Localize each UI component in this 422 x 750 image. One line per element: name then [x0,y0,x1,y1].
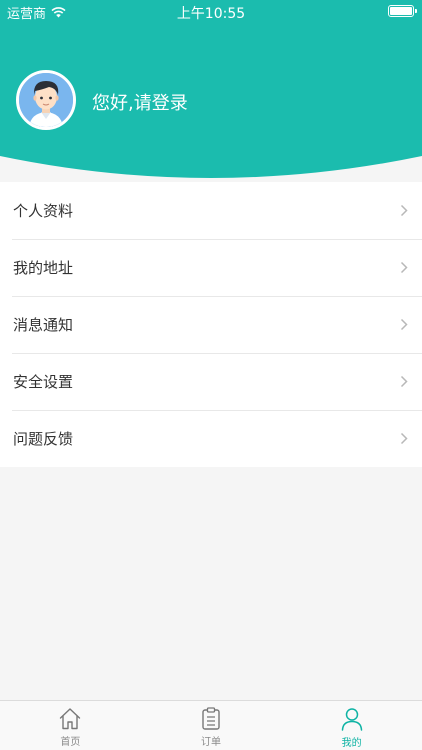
status-bar: 运营商 上午10:55 [0,0,422,22]
home-icon [60,708,81,730]
settings-menu: 个人资料 我的地址 消息通知 安全设置 问题反馈 [0,182,422,467]
menu-item-label: 消息通知 [13,316,74,334]
tab-profile[interactable]: 我的 [281,701,422,750]
menu-item-label: 个人资料 [13,202,74,220]
tab-label: 订单 [201,737,221,748]
tab-label: 首页 [60,737,81,748]
menu-item-label: 我的地址 [13,259,74,277]
clipboard-icon [202,707,220,730]
chevron-right-icon [400,261,408,274]
chevron-right-icon [400,318,408,331]
chevron-right-icon [400,375,408,388]
login-prompt[interactable]: 您好,请登录 [92,89,188,115]
status-time: 上午10:55 [176,6,246,22]
tab-orders[interactable]: 订单 [141,701,282,750]
user-avatar-image [19,73,73,127]
battery-icon [388,5,417,17]
bottom-tab-bar: 首页 订单 我的 [0,700,422,750]
avatar[interactable] [16,70,76,130]
profile-header: 运营商 上午10:55 您好,请登录 [0,0,422,182]
chevron-right-icon [400,204,408,217]
tab-label: 我的 [341,738,362,749]
menu-item-notifications[interactable]: 消息通知 [0,296,422,353]
user-icon [341,708,362,731]
menu-item-label: 问题反馈 [13,430,74,448]
menu-item-label: 安全设置 [13,373,74,391]
tab-home[interactable]: 首页 [0,701,141,750]
menu-item-feedback[interactable]: 问题反馈 [0,410,422,467]
menu-item-profile[interactable]: 个人资料 [0,182,422,239]
chevron-right-icon [400,432,408,445]
menu-item-address[interactable]: 我的地址 [0,239,422,296]
menu-item-security[interactable]: 安全设置 [0,353,422,410]
